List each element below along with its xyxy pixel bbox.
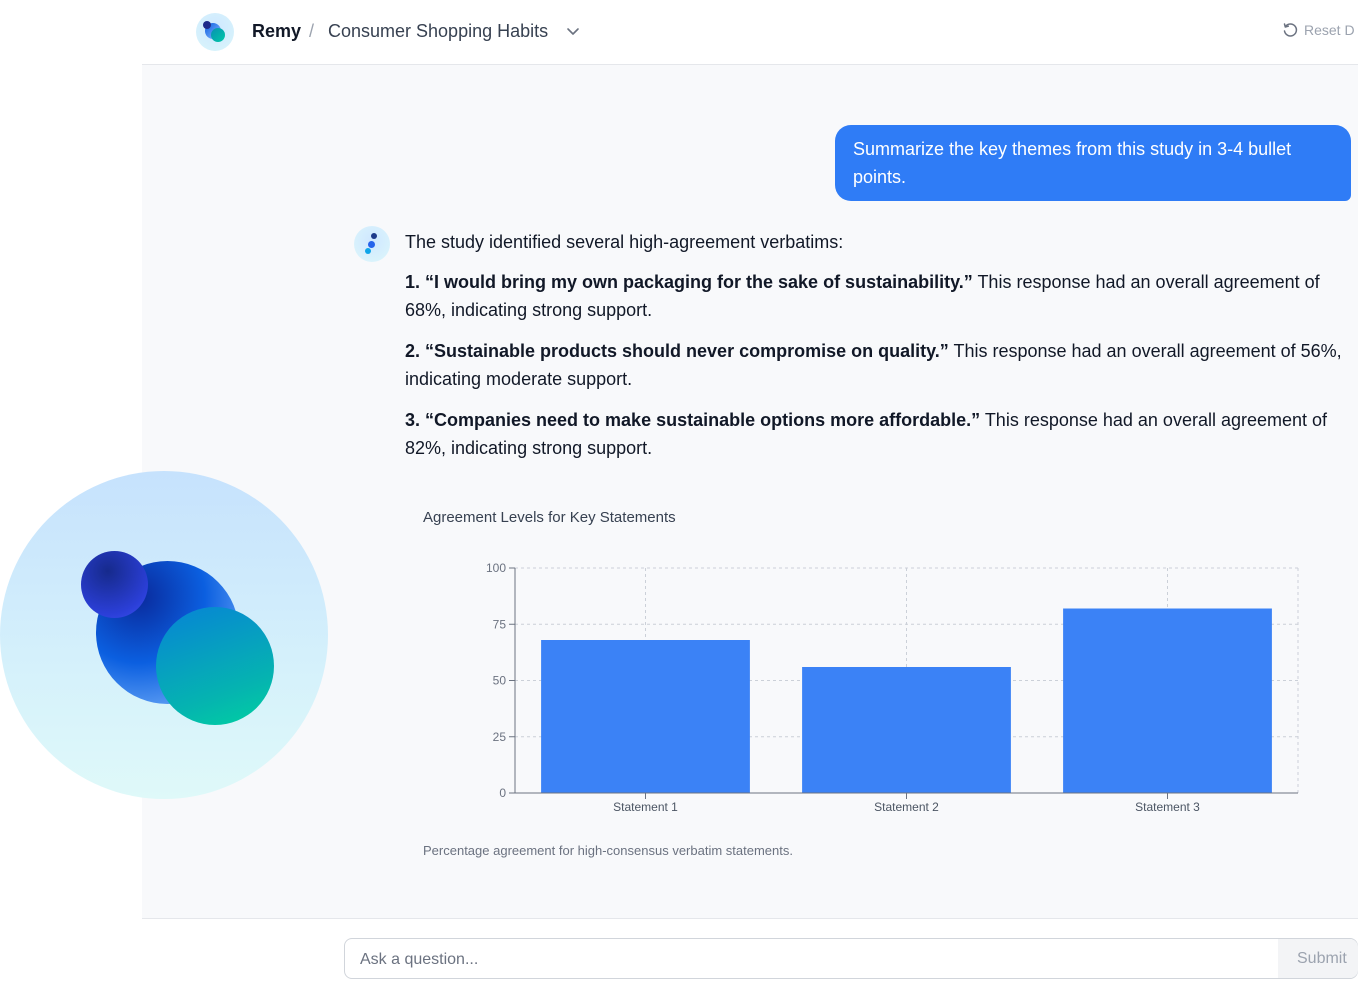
remy-logo-icon[interactable] (196, 13, 234, 51)
answer-item: 1. “I would bring my own packaging for t… (405, 268, 1350, 324)
breadcrumb-separator: / (309, 21, 315, 41)
agreement-bar-chart: 0 25 50 75 100 Statement 1 Statement 2 Statemen… (486, 561, 1299, 814)
y-tick-label: 25 (493, 730, 507, 744)
x-tick-label: Statement 3 (1135, 800, 1200, 814)
y-tick-label: 75 (493, 617, 507, 631)
chart-title: Agreement Levels for Key Statements (423, 509, 676, 526)
question-input[interactable] (358, 944, 1262, 976)
answer-item: 2. “Sustainable products should never co… (405, 337, 1350, 393)
answer-item-quote: 2. “Sustainable products should never co… (405, 341, 949, 361)
user-message: Summarize the key themes from this study… (835, 125, 1351, 201)
y-tick-label: 50 (493, 674, 507, 688)
remy-brand-orb (0, 471, 328, 799)
bar (541, 640, 750, 793)
bar (802, 667, 1011, 793)
reset-icon (1283, 23, 1298, 37)
submit-button[interactable]: Submit (1278, 939, 1358, 978)
assistant-message: The study identified several high-agreem… (405, 228, 1350, 475)
chart-caption: Percentage agreement for high-consensus … (423, 843, 793, 858)
breadcrumb-app-name[interactable]: Remy (252, 21, 301, 42)
x-tick-label: Statement 2 (874, 800, 939, 814)
top-bar (142, 0, 1358, 65)
assistant-avatar-icon (354, 226, 390, 262)
y-tick-label: 0 (499, 786, 506, 800)
answer-item-quote: 3. “Companies need to make sustainable o… (405, 410, 981, 430)
answer-item: 3. “Companies need to make sustainable o… (405, 406, 1350, 462)
x-tick-label: Statement 1 (613, 800, 678, 814)
reset-label: Reset D (1304, 22, 1355, 38)
reset-button[interactable]: Reset D (1282, 22, 1355, 38)
y-tick-label: 100 (486, 561, 506, 575)
answer-item-quote: 1. “I would bring my own packaging for t… (405, 272, 973, 292)
answer-intro: The study identified several high-agreem… (405, 232, 844, 252)
breadcrumb-study-title[interactable]: Consumer Shopping Habits (328, 21, 548, 42)
chevron-down-icon[interactable] (566, 26, 580, 38)
bar (1063, 608, 1272, 793)
